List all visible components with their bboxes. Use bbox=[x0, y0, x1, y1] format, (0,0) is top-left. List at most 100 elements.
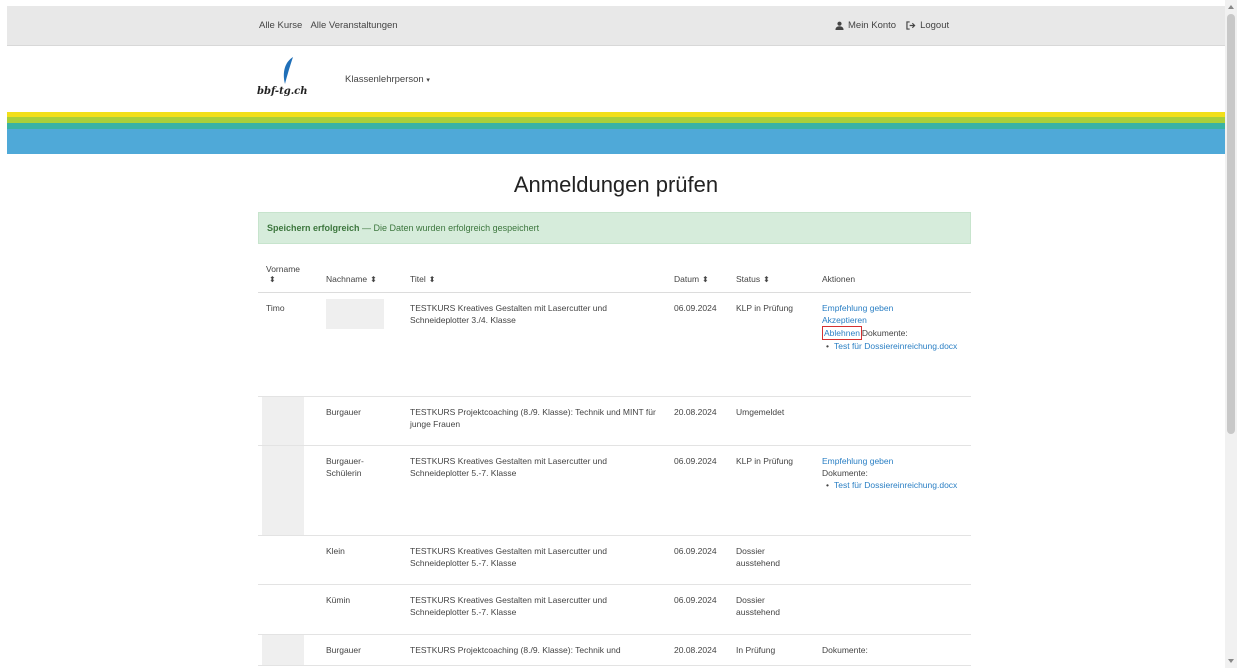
col-header-status-label: Status bbox=[736, 274, 761, 284]
ablehnen-link[interactable]: Ablehnen bbox=[822, 326, 862, 340]
cell-nachname: Klein bbox=[318, 535, 402, 585]
account-link[interactable]: Mein Konto bbox=[835, 20, 896, 31]
sort-icon: ⬍ bbox=[428, 275, 436, 284]
col-header-datum-label: Datum bbox=[674, 274, 700, 284]
registrations-table: Vorname ⬍ Nachname ⬍ Titel ⬍ Datum ⬍ Status ⬍… bbox=[258, 258, 971, 666]
logout-label: Logout bbox=[920, 20, 950, 31]
logo-text: bbf-tg.ch bbox=[257, 86, 308, 97]
site-header: bbf-tg.ch Klassenlehrperson ▾ bbox=[7, 46, 1225, 110]
table-header-row: Vorname ⬍ Nachname ⬍ Titel ⬍ Datum ⬍ Status ⬍… bbox=[258, 258, 971, 293]
site-logo[interactable]: bbf-tg.ch bbox=[257, 56, 309, 102]
cell-status: KLP in Prüfung bbox=[728, 292, 814, 397]
stripe-blue bbox=[7, 129, 1225, 154]
top-navigation-bar: Alle Kurse Alle Veranstaltungen Mein Kon… bbox=[7, 6, 1225, 46]
cell-titel: TESTKURS Projektcoaching (8./9. Klasse):… bbox=[402, 634, 666, 666]
link-alle-veranstaltungen[interactable]: Alle Veranstaltungen bbox=[310, 20, 397, 31]
scroll-down-arrow-icon[interactable] bbox=[1228, 659, 1234, 663]
col-header-status[interactable]: Status ⬍ bbox=[728, 258, 814, 293]
cell-aktionen bbox=[814, 535, 971, 585]
alert-strong: Speichern erfolgreich bbox=[267, 223, 360, 233]
dokumente-label: Dokumente: bbox=[822, 645, 868, 655]
cell-status: Dossier ausstehend bbox=[728, 535, 814, 585]
page-title: Anmeldungen prüfen bbox=[513, 172, 719, 197]
cell-aktionen: Dokumente: bbox=[814, 634, 971, 666]
col-header-aktionen-label: Aktionen bbox=[822, 274, 856, 284]
quill-logo-icon bbox=[283, 57, 293, 84]
col-header-aktionen: Aktionen bbox=[814, 258, 971, 293]
table-row: Klein TESTKURS Kreatives Gestalten mit L… bbox=[258, 535, 971, 585]
page-scrollbar[interactable] bbox=[1225, 0, 1237, 668]
link-alle-kurse[interactable]: Alle Kurse bbox=[259, 20, 302, 31]
cell-nachname-redacted bbox=[318, 292, 402, 397]
table-row: Burgauer-Schülerin TESTKURS Kreatives Ge… bbox=[258, 445, 971, 536]
scroll-up-arrow-icon[interactable] bbox=[1228, 5, 1234, 9]
empfehlung-geben-link[interactable]: Empfehlung geben bbox=[822, 302, 893, 314]
dokumente-label: Dokumente: bbox=[861, 328, 908, 338]
redacted-block bbox=[262, 635, 304, 665]
cell-datum: 06.09.2024 bbox=[666, 584, 728, 635]
akzeptieren-link[interactable]: Akzeptieren bbox=[822, 314, 867, 326]
cell-nachname: Burgauer bbox=[318, 634, 402, 666]
redacted-block bbox=[262, 397, 304, 445]
col-header-titel[interactable]: Titel ⬍ bbox=[402, 258, 666, 293]
cell-nachname: Burgauer bbox=[318, 396, 402, 446]
logout-icon bbox=[906, 21, 916, 30]
cell-vorname: Timo bbox=[258, 292, 318, 397]
cell-datum: 20.08.2024 bbox=[666, 634, 728, 666]
cell-status: KLP in Prüfung bbox=[728, 445, 814, 536]
table-row: Timo TESTKURS Kreatives Gestalten mit La… bbox=[258, 292, 971, 397]
document-list: Test für Dossiereinreichung.docx bbox=[826, 340, 963, 352]
sort-icon: ⬍ bbox=[702, 275, 709, 284]
alert-text: — Die Daten wurden erfolgreich gespeiche… bbox=[359, 223, 540, 233]
cell-titel: TESTKURS Projektcoaching (8./9. Klasse):… bbox=[402, 396, 666, 446]
account-label: Mein Konto bbox=[848, 20, 897, 31]
cell-vorname-redacted bbox=[258, 396, 318, 446]
redacted-block bbox=[326, 299, 384, 329]
cell-aktionen bbox=[814, 396, 971, 446]
document-list: Test für Dossiereinreichung.docx bbox=[826, 479, 963, 491]
sort-icon: ⬍ bbox=[763, 275, 770, 284]
col-header-datum[interactable]: Datum ⬍ bbox=[666, 258, 728, 293]
user-icon bbox=[835, 21, 844, 30]
col-header-nachname-label: Nachname bbox=[326, 274, 368, 284]
cell-titel: TESTKURS Kreatives Gestalten mit Lasercu… bbox=[402, 292, 666, 397]
scrollbar-thumb[interactable] bbox=[1227, 14, 1235, 434]
redacted-block bbox=[262, 446, 304, 535]
cell-vorname-redacted bbox=[258, 535, 318, 585]
col-header-titel-label: Titel bbox=[410, 274, 426, 284]
document-link[interactable]: Test für Dossiereinreichung.docx bbox=[826, 479, 963, 491]
cell-nachname: Kümin bbox=[318, 584, 402, 635]
table-row: Burgauer TESTKURS Projektcoaching (8./9.… bbox=[258, 396, 971, 446]
empfehlung-geben-link[interactable]: Empfehlung geben bbox=[822, 455, 893, 467]
cell-datum: 20.08.2024 bbox=[666, 396, 728, 446]
cell-vorname-redacted bbox=[258, 634, 318, 666]
decorative-color-stripes bbox=[7, 112, 1225, 154]
caret-down-icon: ▾ bbox=[426, 77, 430, 84]
cell-status: Umgemeldet bbox=[728, 396, 814, 446]
success-alert: Speichern erfolgreich — Die Daten wurden… bbox=[258, 212, 971, 244]
cell-vorname-redacted bbox=[258, 445, 318, 536]
cell-aktionen: Empfehlung geben Akzeptieren Ablehnen Dok… bbox=[814, 292, 971, 397]
cell-titel: TESTKURS Kreatives Gestalten mit Lasercu… bbox=[402, 584, 666, 635]
col-header-vorname[interactable]: Vorname ⬍ bbox=[258, 258, 318, 293]
top-right-links: Mein Konto Logout bbox=[835, 20, 949, 31]
cell-titel: TESTKURS Kreatives Gestalten mit Lasercu… bbox=[402, 445, 666, 536]
document-link[interactable]: Test für Dossiereinreichung.docx bbox=[826, 340, 963, 352]
col-header-nachname[interactable]: Nachname ⬍ bbox=[318, 258, 402, 293]
role-dropdown[interactable]: Klassenlehrperson ▾ bbox=[345, 74, 430, 85]
cell-datum: 06.09.2024 bbox=[666, 292, 728, 397]
cell-datum: 06.09.2024 bbox=[666, 535, 728, 585]
cell-datum: 06.09.2024 bbox=[666, 445, 728, 536]
role-dropdown-label: Klassenlehrperson bbox=[345, 74, 424, 85]
logout-link[interactable]: Logout bbox=[906, 20, 949, 31]
cell-titel: TESTKURS Kreatives Gestalten mit Lasercu… bbox=[402, 535, 666, 585]
cell-nachname: Burgauer-Schülerin bbox=[318, 445, 402, 536]
cell-status: In Prüfung bbox=[728, 634, 814, 666]
table-row: Burgauer TESTKURS Projektcoaching (8./9.… bbox=[258, 634, 971, 666]
top-left-links: Alle Kurse Alle Veranstaltungen bbox=[259, 20, 404, 31]
cell-aktionen: Empfehlung geben Dokumente: Test für Dos… bbox=[814, 445, 971, 536]
col-header-vorname-label: Vorname bbox=[266, 264, 301, 274]
dokumente-label: Dokumente: bbox=[822, 468, 868, 478]
table-row: Kümin TESTKURS Kreatives Gestalten mit L… bbox=[258, 584, 971, 635]
sort-icon: ⬍ bbox=[370, 275, 377, 284]
